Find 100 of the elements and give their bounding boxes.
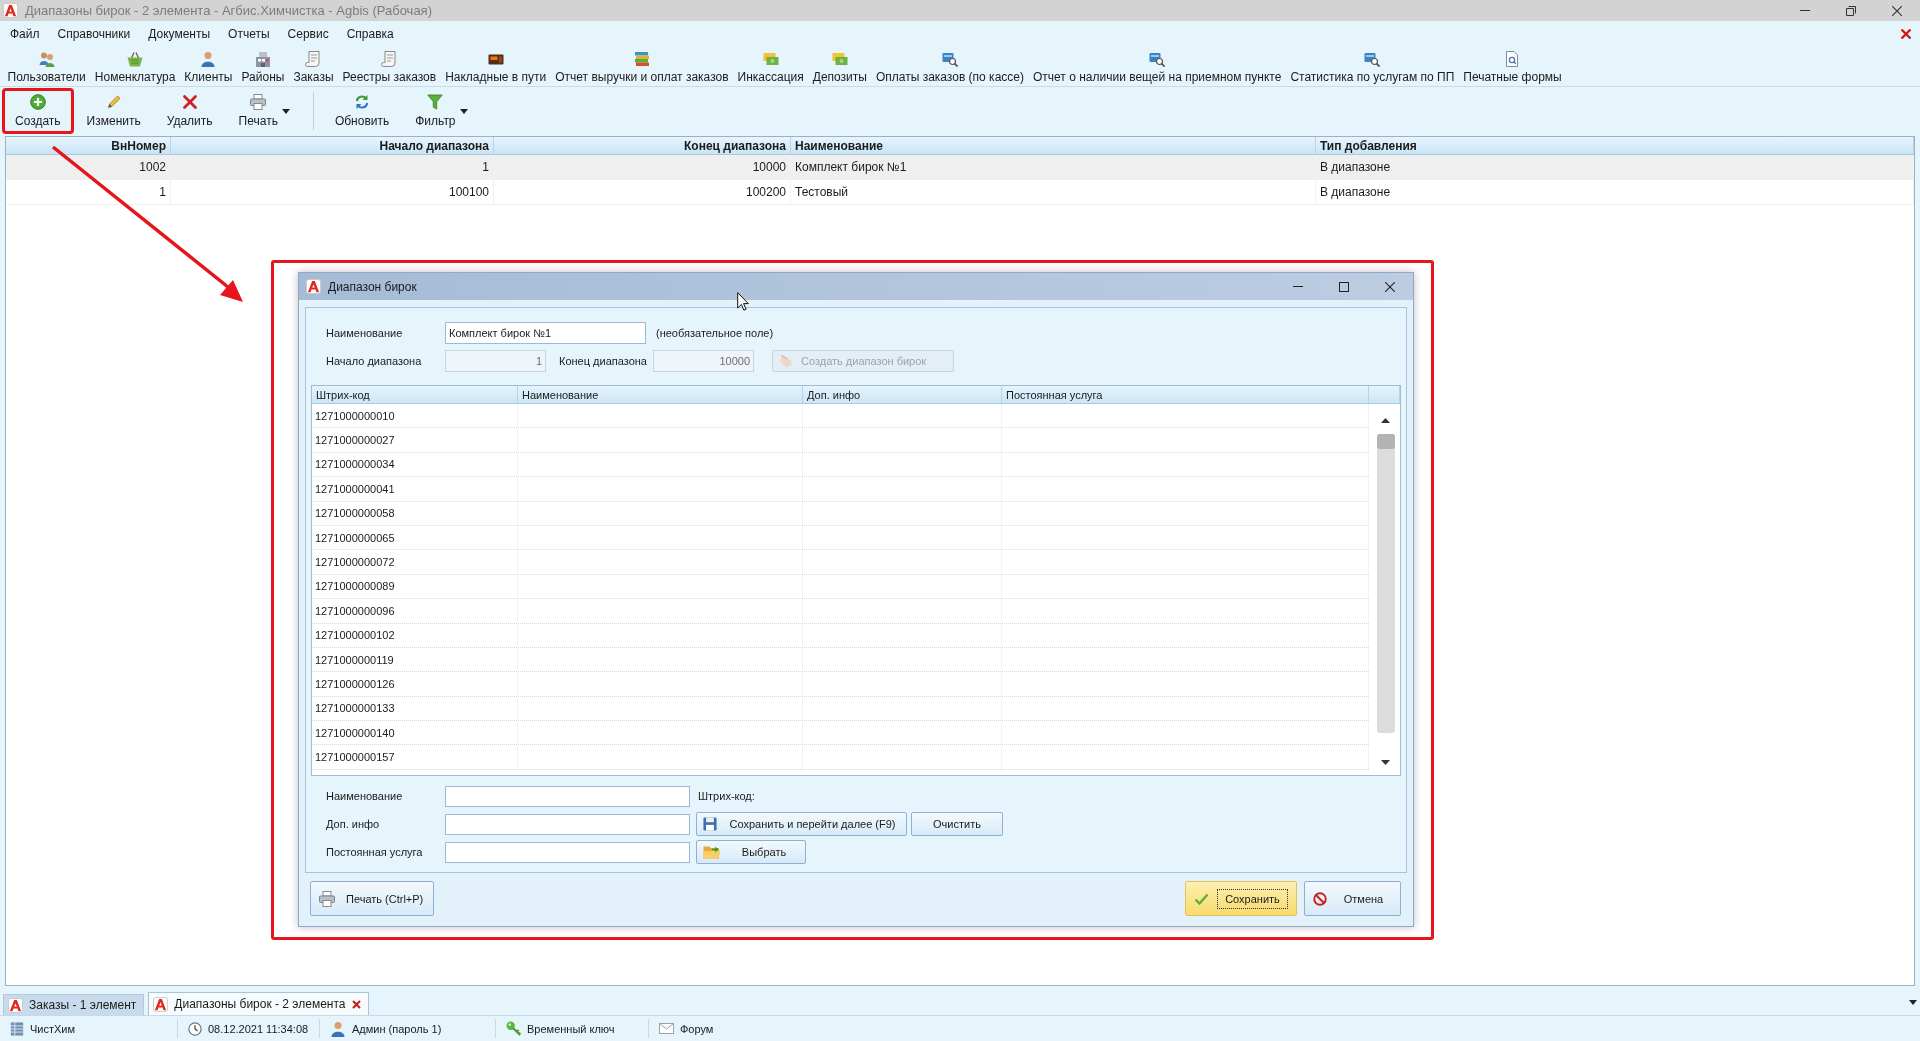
table-cell-text: 1271000000010 [314,409,395,422]
document-tab[interactable]: Заказы - 1 элемент [3,994,145,1015]
quick-launch-button[interactable]: Заказы [288,51,338,84]
quick-launch-button[interactable]: Накладные в пути [440,51,551,84]
table-cell: 1002 [6,155,171,179]
scroll-up-icon [1381,418,1390,423]
input-field[interactable] [445,813,690,835]
column-header[interactable]: Тип добавления [1316,137,1914,154]
app-logo-icon [8,997,23,1013]
field-label: Доп. инфо [326,818,381,830]
folder-search-icon [1364,51,1381,67]
refresh-button[interactable]: Обновить [321,88,403,134]
database-icon [10,1021,24,1036]
table-cell-text: 1271000000126 [314,678,395,690]
quick-launch-button[interactable]: Статистика по услугам по ПП [1285,51,1459,84]
column-header[interactable]: Доп. инфо [803,386,1002,403]
quick-launch-button[interactable]: Депозиты [808,51,872,84]
name-input[interactable]: Комплект бирок №1 [445,322,646,344]
filter-button[interactable]: Фильтр [402,88,481,134]
table-cell: Тестовый [791,180,1316,204]
delete-button[interactable]: Удалить [153,88,226,134]
refresh-icon [354,94,371,110]
column-header[interactable]: Наименование [791,137,1316,154]
menu-item[interactable]: Отчеты [219,23,279,44]
menu-item[interactable]: Документы [139,23,220,44]
cancel-button[interactable]: Отмена [1304,881,1401,916]
scroll-icon [381,51,398,67]
close-document-button[interactable] [1900,27,1912,40]
table-cell-text: 1271000000119 [314,653,394,666]
print-button[interactable]: Печать (Ctrl+P) [310,881,434,916]
menu-item[interactable]: Сервис [278,23,338,44]
person-icon [200,51,217,67]
table-cell: В диапазоне [1316,180,1914,204]
mouse-pointer-icon [737,292,749,311]
quick-launch-button[interactable]: Отчет о наличии вещей на приемном пункте [1028,51,1286,84]
quick-launch-button[interactable]: Отчет выручки и оплат заказов [550,51,734,84]
save-button[interactable]: Сохранить и перейти далее (F9) [696,812,907,836]
quick-launch-button[interactable]: Инкассация [733,51,809,84]
delete-icon [181,94,198,110]
building-icon [254,51,271,67]
table-cell: 100100 [171,180,494,204]
table-row[interactable]: 1 100100 100200 Тестовый В диапазоне [6,180,1914,205]
table-cell-text: 1271000000157 [314,751,395,764]
quick-launch-button[interactable]: Номенклатура [90,51,180,84]
user-icon [330,1020,346,1037]
menu-item[interactable]: Файл [1,23,49,44]
print-button[interactable]: Печать [225,88,303,134]
printer-icon [250,94,267,110]
status-text: Временный ключ [527,1022,615,1035]
scrollbar-thumb[interactable] [1376,434,1395,449]
column-header[interactable]: Штрих-код [312,386,518,403]
column-header[interactable]: Наименование [518,386,803,403]
filter-icon [427,94,444,110]
table-cell-text: 1271000000065 [314,531,395,544]
menu-item[interactable]: Справочники [48,23,140,44]
books-icon [633,51,650,67]
quick-launch-button[interactable]: Районы [237,51,289,84]
close-icon [1900,27,1912,40]
folder-search-icon [1149,51,1166,67]
quick-launch-button[interactable]: Пользователи [3,51,91,84]
printer-icon [319,890,335,907]
plus-circle-icon [29,94,46,110]
scrollbar-track[interactable] [1376,434,1395,733]
maximize-icon [1339,281,1349,292]
table-cell-text: 1271000000034 [314,458,395,471]
users-icon [38,51,55,67]
clear-button[interactable]: Очистить [911,812,1003,836]
key-icon [506,1021,521,1036]
input-field[interactable] [445,785,690,807]
document-tab[interactable]: Диапазоны бирок - 2 элемента [148,992,369,1015]
field-label: Постоянная услуга [326,846,424,858]
hint-text: (необязательное поле) [656,327,774,339]
column-header[interactable]: Начало диапазона [171,137,494,154]
quick-launch-button[interactable]: Реестры заказов [338,51,441,84]
table-row[interactable]: 1002 1 10000 Комплект бирок №1 В диапазоне [6,155,1914,180]
quick-launch-button[interactable]: Клиенты [179,51,237,84]
column-header[interactable]: ВнНомер [6,137,171,154]
column-header[interactable]: Конец диапазона [494,137,791,154]
folder-icon [703,844,721,860]
pick-button[interactable]: Выбрать [696,840,806,864]
field-label: Штрих-код: [698,790,755,802]
table-cell: 100200 [494,180,791,204]
scroll-icon [305,51,322,67]
field-label: Наименование [326,790,404,802]
status-text: 08.12.2021 11:34:08 [208,1022,309,1035]
table-cell-text: 1271000000096 [314,604,395,617]
quick-launch-button[interactable]: Оплаты заказов (по кассе) [871,51,1029,84]
edit-button[interactable]: Изменить [73,88,154,134]
save-button[interactable]: Сохранить [1185,881,1297,916]
menu-item[interactable]: Справка [337,23,403,44]
app-logo-icon [3,3,18,18]
column-header[interactable]: Постоянная услуга [1002,386,1369,403]
table-cell-text: 1271000000027 [314,434,395,447]
create-button[interactable]: Создать [2,88,74,134]
minimize-icon [1293,286,1303,287]
input-field[interactable] [445,841,690,863]
clock-icon [188,1021,202,1036]
quick-launch-button[interactable]: Печатные формы [1458,51,1567,84]
table-cell: Комплект бирок №1 [791,155,1316,179]
caret-icon [1909,1000,1917,1005]
